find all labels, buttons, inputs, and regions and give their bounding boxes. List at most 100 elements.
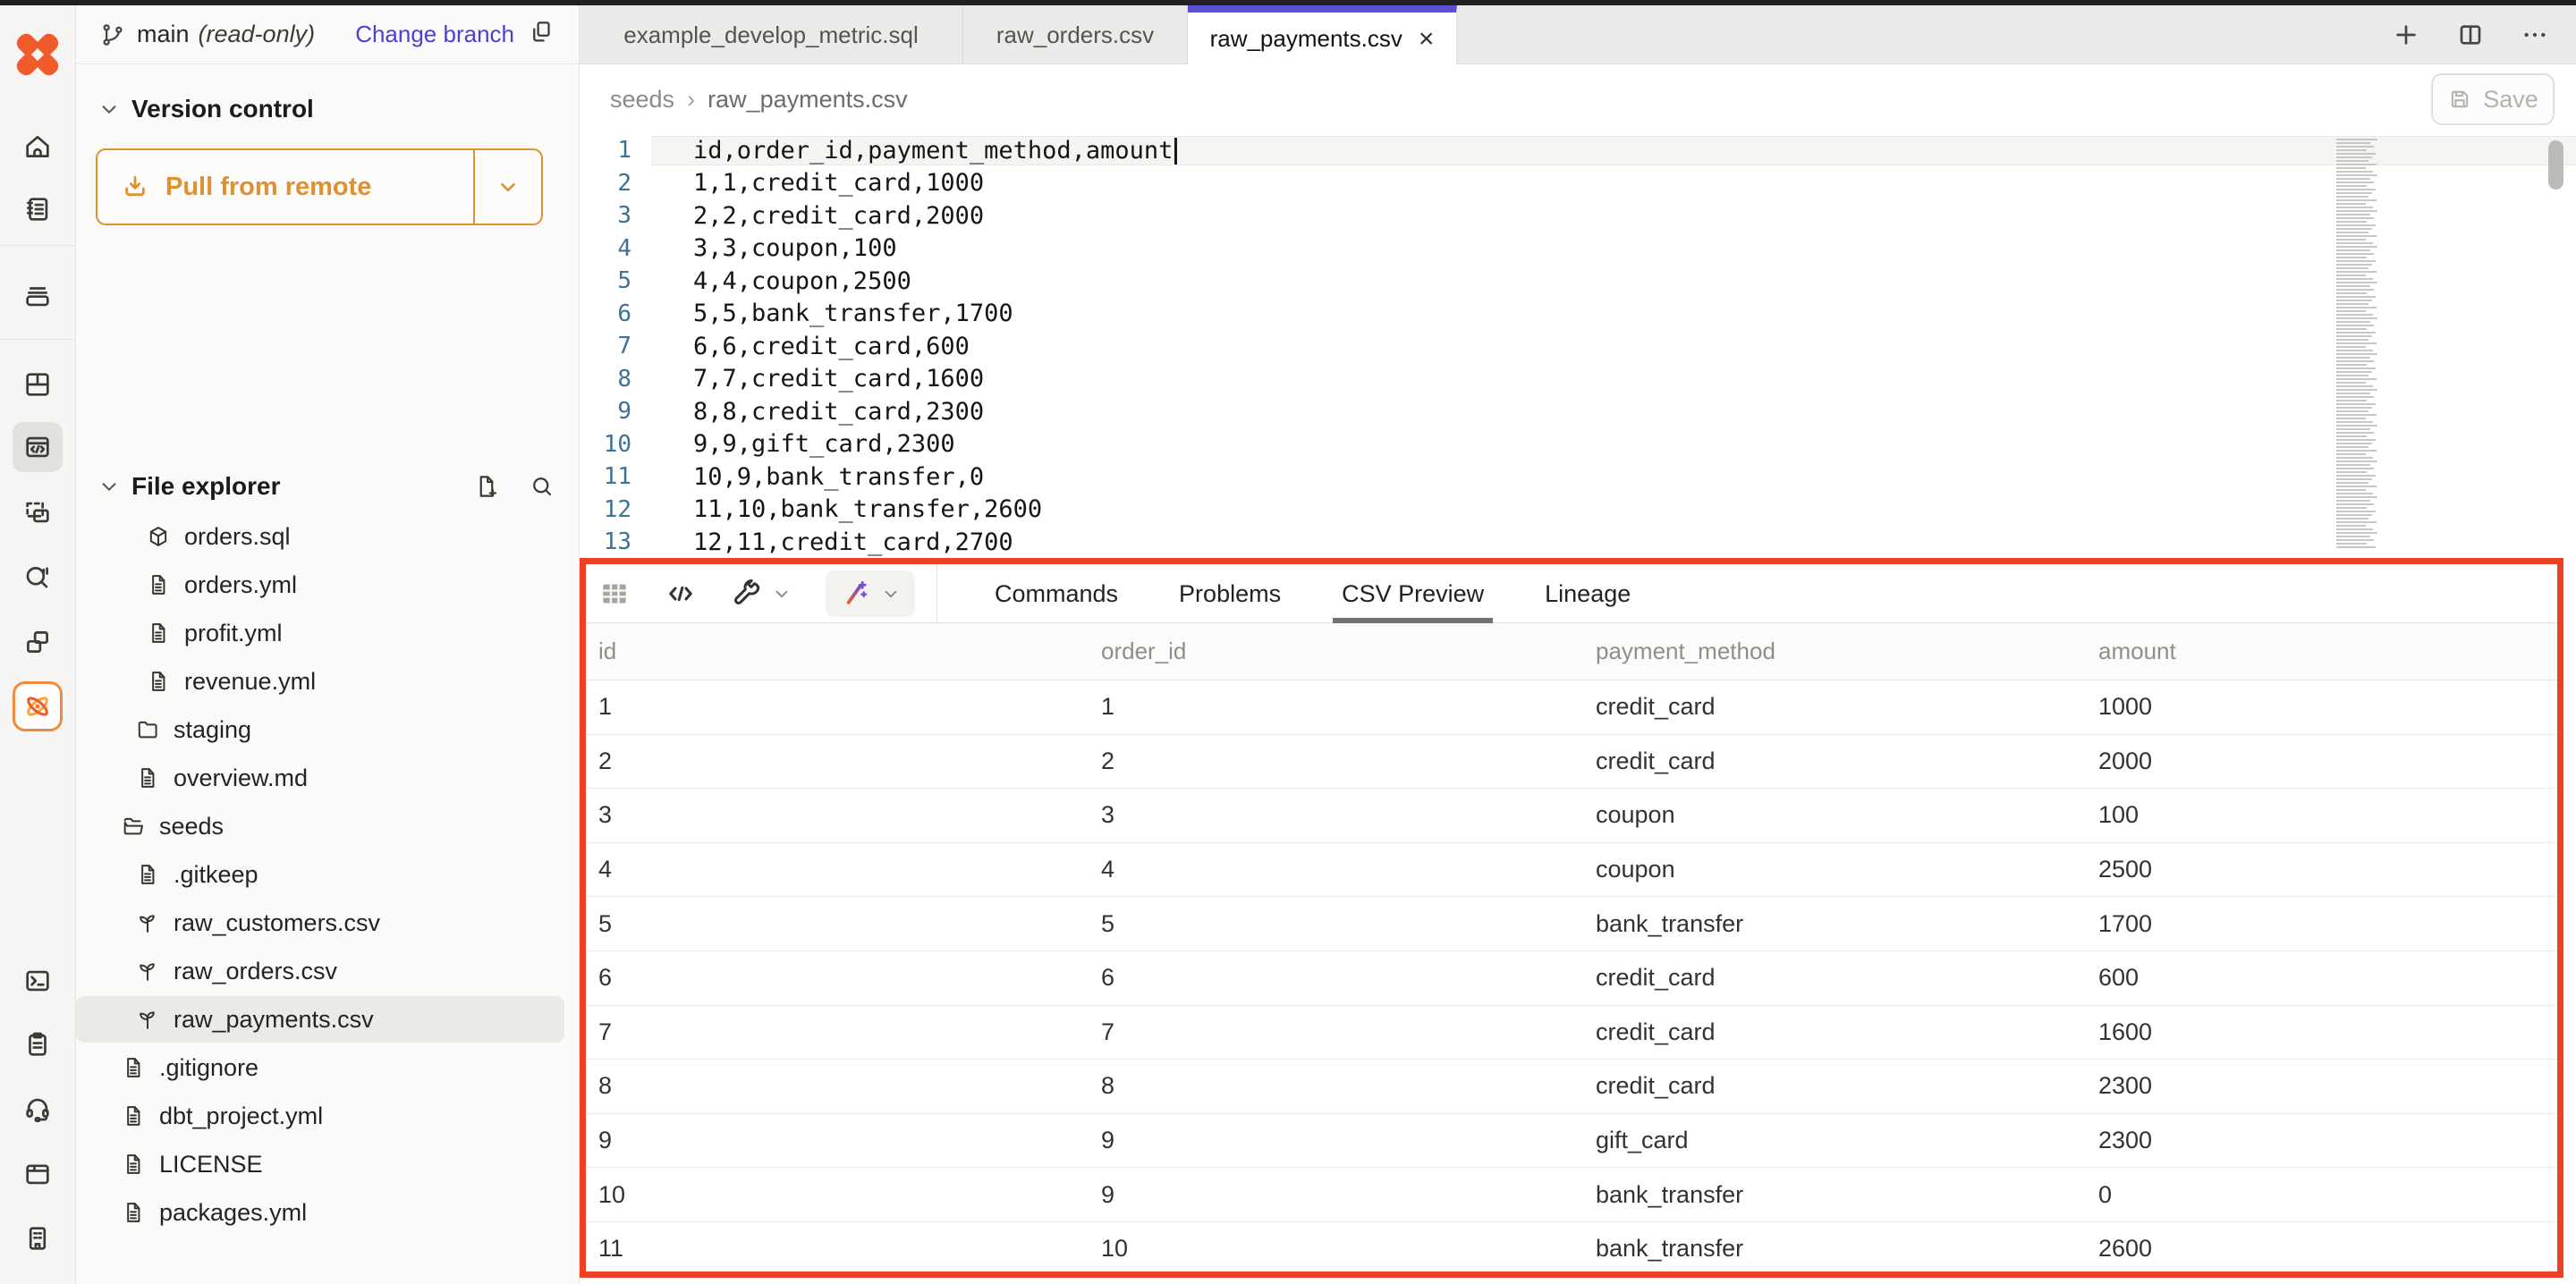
atom-assist-icon[interactable]	[13, 681, 63, 731]
table-cell: 11	[586, 1235, 1089, 1263]
pull-from-remote-button[interactable]: Pull from remote	[96, 148, 543, 225]
file-row-.gitignore[interactable]: .gitignore	[76, 1044, 564, 1091]
editor-tab-raw_orders.csv[interactable]: raw_orders.csv	[963, 5, 1188, 64]
browser-icon[interactable]	[13, 1149, 63, 1199]
line-number: 12	[580, 496, 651, 523]
save-icon	[2447, 87, 2472, 112]
editor-line-2[interactable]: 21,1,credit_card,1000	[580, 167, 2576, 200]
file-explorer-header[interactable]: File explorer	[99, 472, 555, 501]
chevron-down-icon	[99, 99, 119, 119]
table-cell: 2300	[2086, 1072, 2557, 1100]
editor-tab-raw_payments.csv[interactable]: raw_payments.csv×	[1188, 5, 1457, 65]
doc-icon	[135, 765, 160, 790]
breadcrumb-folder[interactable]: seeds	[610, 86, 674, 114]
close-tab-icon[interactable]: ×	[1419, 26, 1435, 53]
file-row-revenue.yml[interactable]: revenue.yml	[76, 658, 564, 705]
table-cell: credit_card	[1583, 1018, 2086, 1046]
dbt-logo	[15, 32, 60, 77]
file-row-seeds[interactable]: seeds	[76, 803, 564, 849]
panel-tab-Commands[interactable]: Commands	[964, 564, 1148, 623]
build-wrench-icon[interactable]	[731, 578, 792, 610]
doc-icon	[121, 1103, 146, 1128]
editor-tab-example_develop_metric.sql[interactable]: example_develop_metric.sql	[580, 5, 963, 64]
version-control-header[interactable]: Version control	[99, 95, 314, 123]
table-row-11: 1110bank_transfer2600	[586, 1222, 2557, 1277]
clipboard-icon[interactable]	[13, 1019, 63, 1069]
save-button[interactable]: Save	[2431, 73, 2555, 125]
copy-icon[interactable]	[514, 19, 555, 50]
magic-assist-button[interactable]	[826, 570, 915, 617]
building-icon[interactable]	[13, 1213, 63, 1263]
table-row-7: 77credit_card1600	[586, 1006, 2557, 1060]
table-row-6: 66credit_card600	[586, 951, 2557, 1006]
editor-line-8[interactable]: 87,7,credit_card,1600	[580, 363, 2576, 396]
pull-options-caret[interactable]	[473, 150, 541, 224]
doc-icon	[146, 572, 171, 597]
file-row-raw_payments.csv[interactable]: raw_payments.csv	[76, 996, 564, 1043]
compiled-code-icon[interactable]	[665, 578, 697, 610]
editor-minimap[interactable]	[2336, 139, 2388, 555]
table-cell: 100	[2086, 801, 2557, 829]
new-file-icon[interactable]	[473, 473, 500, 500]
editor-line-1[interactable]: 1id,order_id,payment_method,amount	[580, 134, 2576, 167]
chevron-down-icon	[496, 175, 520, 199]
panel-tab-Lineage[interactable]: Lineage	[1514, 564, 1661, 623]
editor-line-10[interactable]: 109,9,gift_card,2300	[580, 428, 2576, 461]
table-row-5: 55bank_transfer1700	[586, 897, 2557, 951]
results-table-icon[interactable]	[598, 578, 631, 610]
file-row-LICENSE[interactable]: LICENSE	[76, 1141, 564, 1187]
split-editor-button[interactable]	[2456, 21, 2485, 49]
change-branch-link[interactable]: Change branch	[355, 21, 514, 48]
file-row-raw_customers.csv[interactable]: raw_customers.csv	[76, 900, 564, 946]
notebook-icon[interactable]	[13, 184, 63, 234]
file-row-orders.yml[interactable]: orders.yml	[76, 562, 564, 608]
search-icon[interactable]	[529, 473, 555, 500]
editor-line-11[interactable]: 1110,9,bank_transfer,0	[580, 460, 2576, 494]
table-cell: credit_card	[1583, 964, 2086, 992]
selection-icon[interactable]	[13, 487, 63, 537]
file-name: LICENSE	[159, 1151, 263, 1178]
panel-tab-Problems[interactable]: Problems	[1148, 564, 1311, 623]
editor-line-9[interactable]: 98,8,credit_card,2300	[580, 395, 2576, 428]
editor-line-4[interactable]: 43,3,coupon,100	[580, 232, 2576, 266]
file-row-profit.yml[interactable]: profit.yml	[76, 610, 564, 656]
editor-line-13[interactable]: 1312,11,credit_card,2700	[580, 526, 2576, 559]
editor-line-5[interactable]: 54,4,coupon,2500	[580, 265, 2576, 298]
code-editor[interactable]: 1id,order_id,payment_method,amount21,1,c…	[580, 134, 2576, 559]
editor-line-7[interactable]: 76,6,credit_card,600	[580, 330, 2576, 363]
file-name: packages.yml	[159, 1199, 307, 1227]
line-number: 11	[580, 463, 651, 490]
file-name: raw_orders.csv	[174, 958, 337, 985]
table-cell: 1700	[2086, 910, 2557, 938]
file-row-packages.yml[interactable]: packages.yml	[76, 1189, 564, 1236]
dashboard-icon[interactable]	[13, 359, 63, 410]
search-insights-icon[interactable]	[13, 552, 63, 602]
file-row-overview.md[interactable]: overview.md	[76, 755, 564, 801]
code-editor-icon[interactable]	[13, 422, 63, 472]
panel-tab-CSV Preview[interactable]: CSV Preview	[1311, 564, 1514, 623]
seed-icon	[135, 910, 160, 935]
line-text: 4,4,coupon,2500	[651, 267, 2576, 295]
more-options-button[interactable]	[2521, 21, 2549, 49]
file-row-orders.sql[interactable]: orders.sql	[76, 513, 564, 560]
editor-line-12[interactable]: 1211,10,bank_transfer,2600	[580, 494, 2576, 527]
editor-line-6[interactable]: 65,5,bank_transfer,1700	[580, 298, 2576, 331]
file-row-.gitkeep[interactable]: .gitkeep	[76, 851, 564, 898]
windows-icon[interactable]	[13, 617, 63, 667]
line-number: 1	[580, 137, 651, 164]
home-icon[interactable]	[13, 122, 63, 172]
editor-scrollbar-thumb[interactable]	[2548, 140, 2563, 190]
file-row-raw_orders.csv[interactable]: raw_orders.csv	[76, 948, 564, 994]
tab-label: example_develop_metric.sql	[623, 21, 919, 49]
new-tab-button[interactable]	[2392, 21, 2420, 49]
table-cell: 8	[586, 1072, 1089, 1100]
file-row-staging[interactable]: staging	[76, 706, 564, 753]
stack-drawers-icon[interactable]	[13, 271, 63, 321]
line-number: 6	[580, 300, 651, 327]
terminal-icon[interactable]	[13, 956, 63, 1006]
csv-preview-body: 11credit_card100022credit_card200033coup…	[586, 680, 2557, 1277]
save-label: Save	[2483, 86, 2538, 114]
file-row-dbt_project.yml[interactable]: dbt_project.yml	[76, 1093, 564, 1139]
headset-icon[interactable]	[13, 1084, 63, 1134]
editor-line-3[interactable]: 32,2,credit_card,2000	[580, 199, 2576, 232]
